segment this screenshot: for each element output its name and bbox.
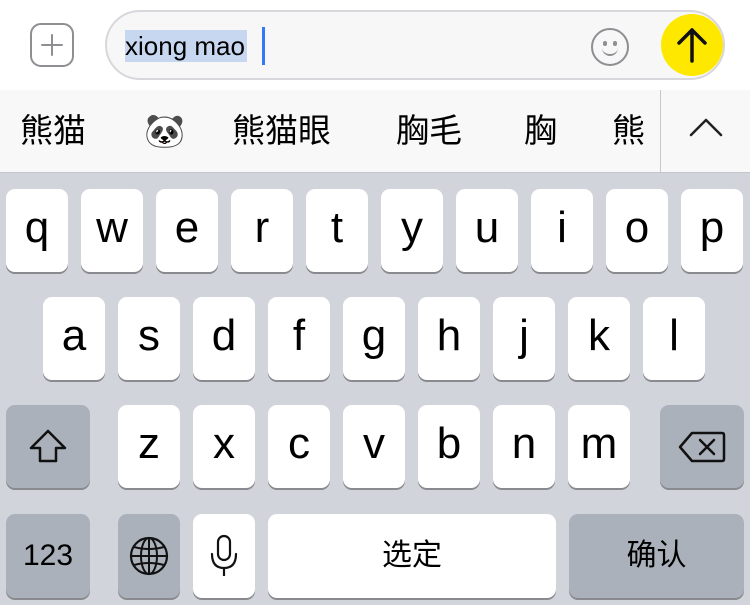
key-q[interactable]: q <box>6 189 68 272</box>
numbers-key[interactable]: 123 <box>6 514 90 598</box>
key-g[interactable]: g <box>343 297 405 380</box>
key-u[interactable]: u <box>456 189 518 272</box>
message-text-field[interactable]: xiong mao <box>105 10 725 80</box>
key-j[interactable]: j <box>493 297 555 380</box>
numbers-key-label: 123 <box>22 539 74 572</box>
key-s[interactable]: s <box>118 297 180 380</box>
backspace-icon <box>678 431 726 463</box>
emoji-icon[interactable] <box>591 28 629 66</box>
key-p[interactable]: p <box>681 189 743 272</box>
send-button[interactable] <box>661 14 723 76</box>
key-w[interactable]: w <box>81 189 143 272</box>
key-t[interactable]: t <box>306 189 368 272</box>
key-b[interactable]: b <box>418 405 480 488</box>
key-o[interactable]: o <box>606 189 668 272</box>
candidate-item[interactable]: 熊 <box>612 90 652 172</box>
chevron-up-icon <box>689 118 723 137</box>
key-l[interactable]: l <box>643 297 705 380</box>
candidate-item[interactable]: 熊猫眼 <box>232 90 331 172</box>
microphone-key[interactable] <box>193 514 255 598</box>
space-bar-label: 选定 <box>382 538 442 573</box>
shift-arrow-icon <box>29 429 67 463</box>
key-a[interactable]: a <box>43 297 105 380</box>
typed-text: xiong mao <box>125 30 247 62</box>
key-c[interactable]: c <box>268 405 330 488</box>
candidate-item[interactable]: 胸毛 <box>396 90 462 172</box>
candidate-item[interactable]: 熊猫 <box>20 90 86 172</box>
key-z[interactable]: z <box>118 405 180 488</box>
arrow-up-icon <box>677 28 707 63</box>
key-e[interactable]: e <box>156 189 218 272</box>
key-h[interactable]: h <box>418 297 480 380</box>
key-r[interactable]: r <box>231 189 293 272</box>
key-y[interactable]: y <box>381 189 443 272</box>
key-n[interactable]: n <box>493 405 555 488</box>
globe-icon <box>129 536 169 576</box>
expand-candidates-button[interactable] <box>661 90 750 172</box>
key-m[interactable]: m <box>568 405 630 488</box>
confirm-key-label: 确认 <box>626 538 687 573</box>
text-cursor <box>262 27 265 65</box>
key-f[interactable]: f <box>268 297 330 380</box>
key-x[interactable]: x <box>193 405 255 488</box>
confirm-key[interactable]: 确认 <box>569 514 744 598</box>
space-bar[interactable]: 选定 <box>268 514 556 598</box>
microphone-icon <box>210 534 238 576</box>
key-k[interactable]: k <box>568 297 630 380</box>
message-input-bar: xiong mao <box>0 0 750 90</box>
candidate-item[interactable]: 🐼 <box>144 90 185 172</box>
shift-key[interactable] <box>6 405 90 488</box>
add-attachment-button[interactable] <box>30 23 74 67</box>
globe-key[interactable] <box>118 514 180 598</box>
key-d[interactable]: d <box>193 297 255 380</box>
key-i[interactable]: i <box>531 189 593 272</box>
key-v[interactable]: v <box>343 405 405 488</box>
candidate-item[interactable]: 胸 <box>524 90 557 172</box>
delete-key[interactable] <box>660 405 744 488</box>
ime-candidate-bar: 熊猫 🐼 熊猫眼 胸毛 胸 熊 <box>0 90 750 173</box>
